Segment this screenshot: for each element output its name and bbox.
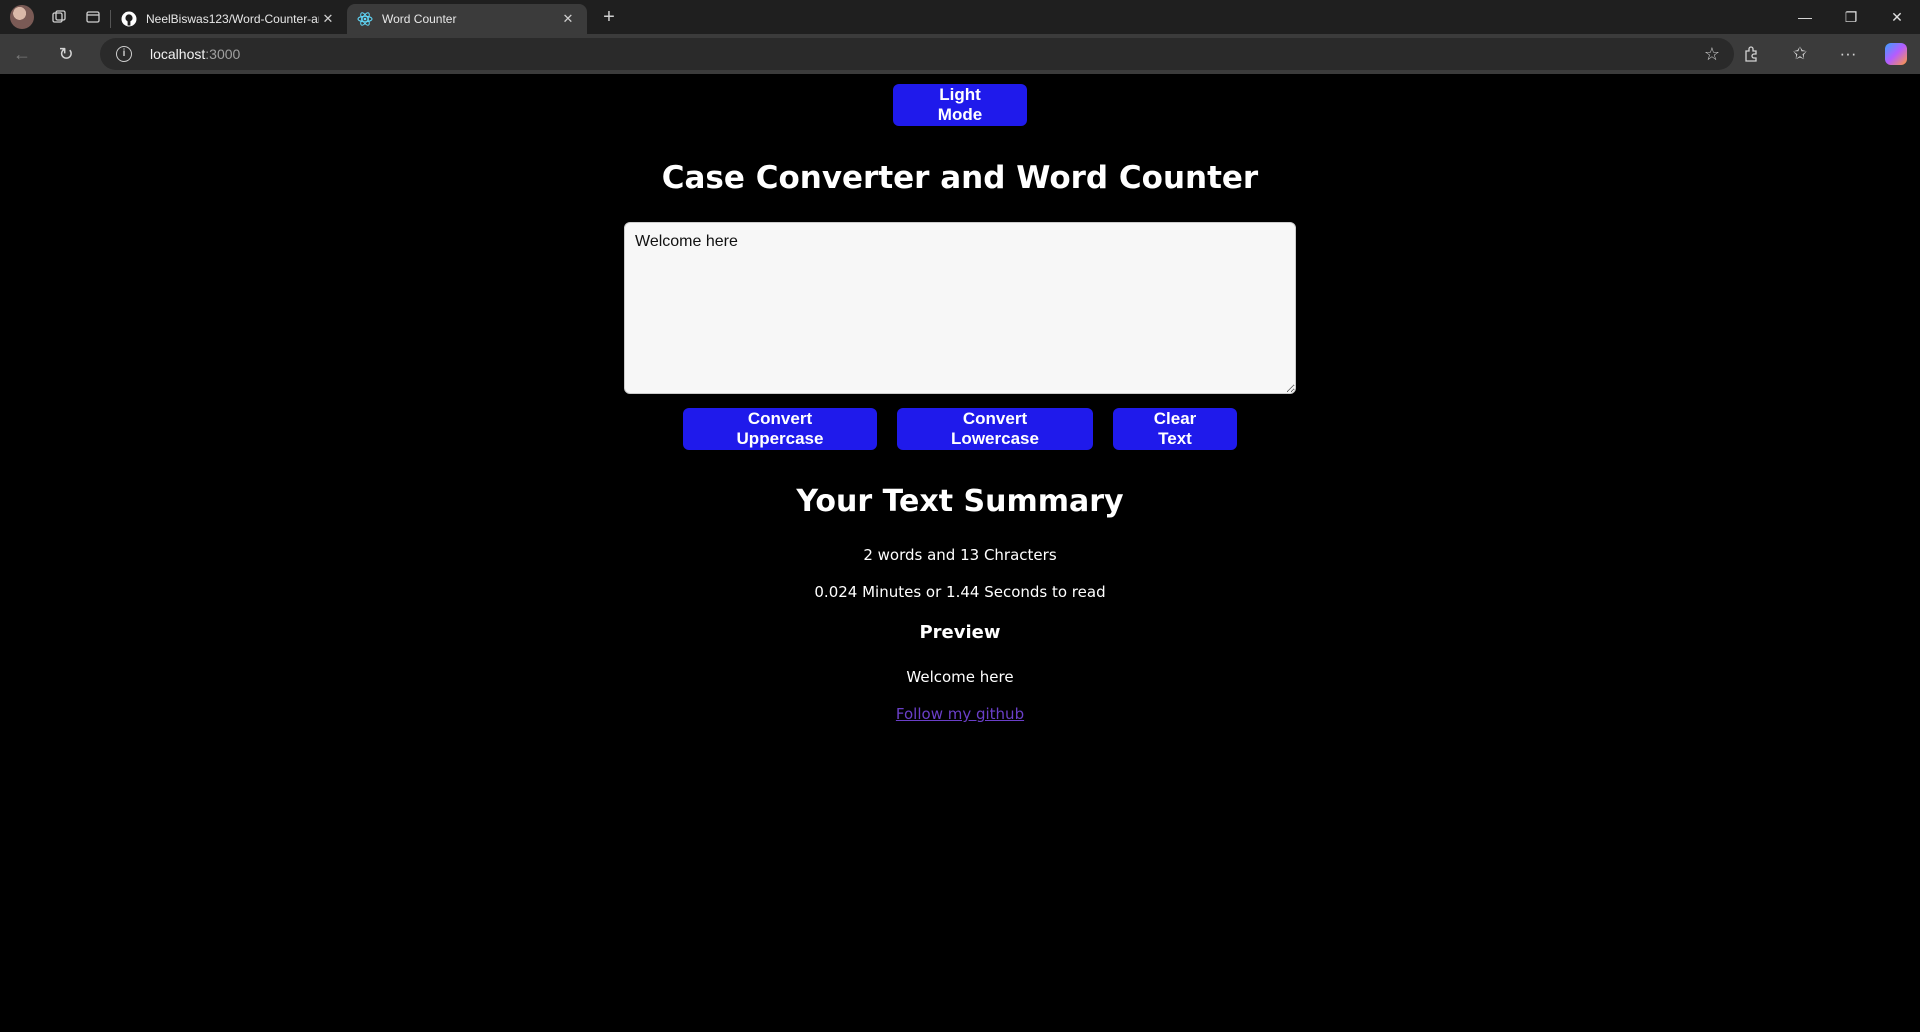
preview-title: Preview — [919, 622, 1001, 643]
clear-text-button[interactable]: Clear Text — [1113, 408, 1237, 450]
address-bar[interactable]: i localhost:3000 ☆ — [100, 38, 1734, 70]
tab-title: Word Counter — [382, 12, 457, 26]
page-title: Case Converter and Word Counter — [661, 160, 1259, 196]
workspaces-icon[interactable] — [42, 0, 76, 34]
tab-bar: NeelBiswas123/Word-Counter-an ✕ Word Cou… — [0, 0, 1920, 34]
navigation-bar: ← ↻ i localhost:3000 ☆ ✩ ··· — [0, 34, 1920, 74]
minimize-icon[interactable]: — — [1782, 0, 1828, 34]
convert-lowercase-button[interactable]: Convert Lowercase — [897, 408, 1093, 450]
new-tab-icon[interactable]: + — [593, 2, 625, 32]
restore-icon[interactable]: ❐ — [1828, 0, 1874, 34]
github-icon — [121, 11, 137, 27]
close-tab-icon[interactable]: ✕ — [319, 11, 337, 27]
text-input[interactable] — [624, 222, 1296, 394]
tab-word-counter[interactable]: Word Counter ✕ — [347, 4, 587, 34]
site-info-icon[interactable]: i — [116, 46, 132, 62]
url-port: :3000 — [205, 46, 241, 62]
more-options-icon[interactable]: ··· — [1824, 34, 1872, 74]
preview-text: Welcome here — [906, 668, 1014, 686]
favorites-icon[interactable]: ✩ — [1776, 34, 1824, 74]
read-time: 0.024 Minutes or 1.44 Seconds to read — [814, 583, 1106, 601]
refresh-icon[interactable]: ↻ — [44, 34, 88, 74]
word-char-count: 2 words and 13 Chracters — [863, 546, 1057, 564]
close-tab-icon[interactable]: ✕ — [559, 11, 577, 27]
convert-uppercase-button[interactable]: Convert Uppercase — [683, 408, 877, 450]
back-icon[interactable]: ← — [0, 34, 44, 74]
tab-github[interactable]: NeelBiswas123/Word-Counter-an ✕ — [111, 4, 347, 34]
window-controls: — ❐ ✕ — [1782, 0, 1920, 34]
github-link[interactable]: Follow my github — [4, 705, 1916, 723]
page-viewport: Light Mode Case Converter and Word Count… — [4, 74, 1916, 1028]
url-text[interactable]: localhost:3000 — [150, 46, 240, 62]
profile-avatar[interactable] — [10, 5, 34, 29]
favorite-star-icon[interactable]: ☆ — [1704, 44, 1720, 65]
copilot-icon[interactable] — [1872, 34, 1920, 74]
extensions-icon[interactable] — [1728, 34, 1776, 74]
tab-actions-icon[interactable] — [76, 0, 110, 34]
toolbar-right: ✩ ··· — [1728, 34, 1920, 74]
react-icon — [357, 12, 373, 26]
light-mode-button[interactable]: Light Mode — [893, 84, 1027, 126]
tab-title: NeelBiswas123/Word-Counter-an — [146, 12, 319, 26]
url-host: localhost — [150, 46, 206, 62]
summary-title: Your Text Summary — [796, 484, 1124, 519]
close-window-icon[interactable]: ✕ — [1874, 0, 1920, 34]
